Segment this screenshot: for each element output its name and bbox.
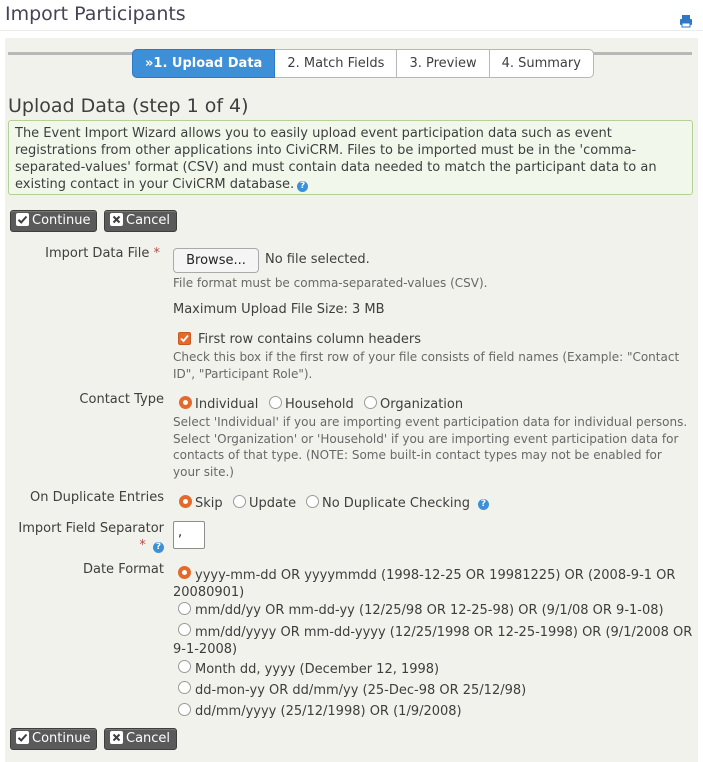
close-icon	[110, 213, 123, 226]
separator-help-icon[interactable]: ?	[153, 542, 164, 553]
duplicates-no-check-radio[interactable]	[306, 495, 319, 508]
continue-button-top[interactable]: Continue	[10, 210, 98, 232]
contact-type-label: Contact Type	[79, 392, 164, 407]
date-format-option-2-label[interactable]: mm/dd/yy OR mm-dd-yy (12/25/98 OR 12-25-…	[195, 602, 664, 619]
date-format-option-6-label[interactable]: dd/mm/yyyy (25/12/1998) OR (1/9/2008)	[195, 703, 462, 720]
contact-type-organization-label[interactable]: Organization	[380, 397, 463, 412]
contact-type-individual-label[interactable]: Individual	[195, 397, 258, 412]
section-heading: Upload Data (step 1 of 4)	[8, 95, 249, 117]
separator-required-mark: *	[139, 538, 146, 553]
date-format-option-5-label[interactable]: dd-mon-yy OR dd/mm/yy (25-Dec-98 OR 25/1…	[195, 682, 526, 699]
file-status: No file selected.	[265, 252, 370, 267]
wizard-step-preview[interactable]: 3. Preview	[397, 49, 490, 78]
wizard-step-match-fields[interactable]: 2. Match Fields	[275, 49, 398, 78]
contact-type-household-radio[interactable]	[269, 396, 282, 409]
help-icon[interactable]: ?	[297, 181, 309, 192]
date-format-option-6-radio[interactable]	[178, 703, 191, 716]
date-format-option-1-label[interactable]: yyyy-mm-dd OR yyyymmdd (1998-12-25 OR 19…	[173, 567, 688, 601]
duplicates-update-label[interactable]: Update	[249, 496, 296, 511]
date-format-option-4-radio[interactable]	[178, 660, 191, 673]
first-row-headers-checkbox[interactable]	[178, 332, 191, 345]
continue-label: Continue	[32, 213, 91, 228]
first-row-headers-description: Check this box if the first row of your …	[173, 350, 680, 381]
title-divider	[0, 30, 703, 31]
duplicates-skip-radio[interactable]	[179, 495, 192, 508]
wizard-step-summary[interactable]: 4. Summary	[489, 49, 594, 78]
date-format-option-4-label[interactable]: Month dd, yyyy (December 12, 1998)	[195, 661, 439, 678]
date-format-option-2-radio[interactable]	[178, 602, 191, 615]
wizard-step-upload-data[interactable]: »1. Upload Data	[132, 49, 276, 78]
browse-button[interactable]: Browse...	[173, 248, 259, 273]
import-file-label: Import Data File *	[20, 246, 160, 262]
cancel-button-top[interactable]: Cancel	[104, 210, 178, 232]
cancel-button-bottom[interactable]: Cancel	[104, 728, 178, 750]
import-file-label-text: Import Data File	[45, 246, 150, 261]
date-format-option-5-radio[interactable]	[178, 681, 191, 694]
continue-button-bottom[interactable]: Continue	[10, 728, 98, 750]
first-row-headers-label[interactable]: First row contains column headers	[198, 332, 421, 347]
separator-label-suffix: * ?	[14, 538, 164, 554]
cancel-label: Cancel	[126, 213, 171, 228]
contact-type-organization-radio[interactable]	[364, 396, 377, 409]
continue-label: Continue	[32, 731, 91, 746]
duplicates-help-icon[interactable]: ?	[478, 499, 489, 510]
contact-type-household-label[interactable]: Household	[285, 397, 354, 412]
required-mark: *	[153, 246, 161, 261]
check-icon	[16, 731, 29, 744]
max-upload-size: Maximum Upload File Size: 3 MB	[173, 302, 385, 317]
file-format-note: File format must be comma-separated-valu…	[173, 276, 488, 290]
date-format-option-3-label[interactable]: mm/dd/yyyy OR mm-dd-yyyy (12/25/1998 OR …	[173, 624, 693, 658]
separator-input[interactable]: ,	[173, 521, 205, 549]
contact-type-individual-radio[interactable]	[179, 396, 192, 409]
cancel-label: Cancel	[126, 731, 171, 746]
close-icon	[110, 731, 123, 744]
wizard-steps: »1. Upload Data 2. Match Fields 3. Previ…	[132, 49, 594, 78]
page-title: Import Participants	[5, 3, 186, 25]
duplicates-no-check-label[interactable]: No Duplicate Checking	[322, 496, 470, 511]
help-text: The Event Import Wizard allows you to ea…	[15, 126, 657, 192]
contact-type-description: Select 'Individual' if you are importing…	[173, 415, 688, 479]
date-format-label: Date Format	[82, 562, 164, 577]
duplicates-update-radio[interactable]	[233, 495, 246, 508]
duplicates-skip-label[interactable]: Skip	[195, 496, 223, 511]
separator-label: Import Field Separator	[18, 521, 164, 536]
help-box: The Event Import Wizard allows you to ea…	[8, 120, 693, 195]
print-icon[interactable]	[679, 14, 693, 28]
duplicates-label: On Duplicate Entries	[30, 490, 164, 505]
check-icon	[16, 213, 29, 226]
